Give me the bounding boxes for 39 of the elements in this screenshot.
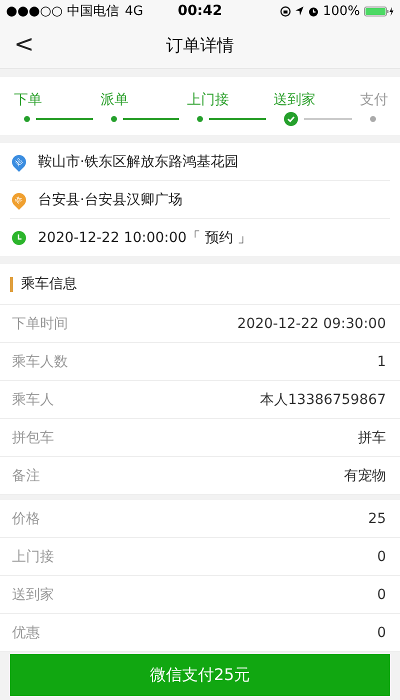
route-text: 台安县·台安县汉卿广场 [38,190,182,208]
field-value: 本人13386759867 [260,390,386,408]
step-label: 送到家 [274,91,316,109]
route-text: 鞍山市·铁东区解放东路鸿基花园 [38,152,238,170]
rotation-lock-icon [280,6,291,16]
location-arrow-icon [294,6,304,16]
field-value: 有宠物 [344,466,386,484]
battery-text: 100% [322,4,360,18]
step-label: 上门接 [187,91,229,109]
battery-charging-icon [364,6,394,16]
field-value: 2020-12-22 09:30:00 [237,316,386,332]
clock-icon [12,230,26,244]
network-text: 4G [124,4,144,18]
route-text: 2020-12-22 10:00:00「 预约 」 [38,228,252,246]
field-value: 1 [377,354,386,370]
section-title: 乘车信息 [21,275,77,293]
field-value: 0 [377,586,386,602]
field-label: 下单时间 [12,314,68,332]
field-value: 拼车 [358,428,386,446]
step-label: 支付 [360,91,388,109]
field-label: 乘车人数 [12,352,68,370]
field-value: 0 [377,548,386,564]
field-label: 优惠 [12,624,40,642]
field-value: 25 [368,510,386,526]
step-label: 派单 [100,91,128,109]
field-value: 0 [377,624,386,640]
field-label: 乘车人 [12,390,54,408]
clock-text: 00:42 [178,3,222,19]
accent-bar [10,276,13,292]
field-label: 上门接 [12,548,54,566]
back-button[interactable]: < [10,30,38,58]
step-label: 下单 [14,91,42,109]
page-title: 订单详情 [166,34,234,56]
field-label: 拼包车 [12,428,54,446]
carrier-text: ●●●○○ 中国电信 [6,3,119,20]
field-label: 送到家 [12,586,54,604]
field-label: 价格 [12,510,40,528]
field-label: 备注 [12,466,40,484]
alarm-clock-icon [308,6,319,16]
